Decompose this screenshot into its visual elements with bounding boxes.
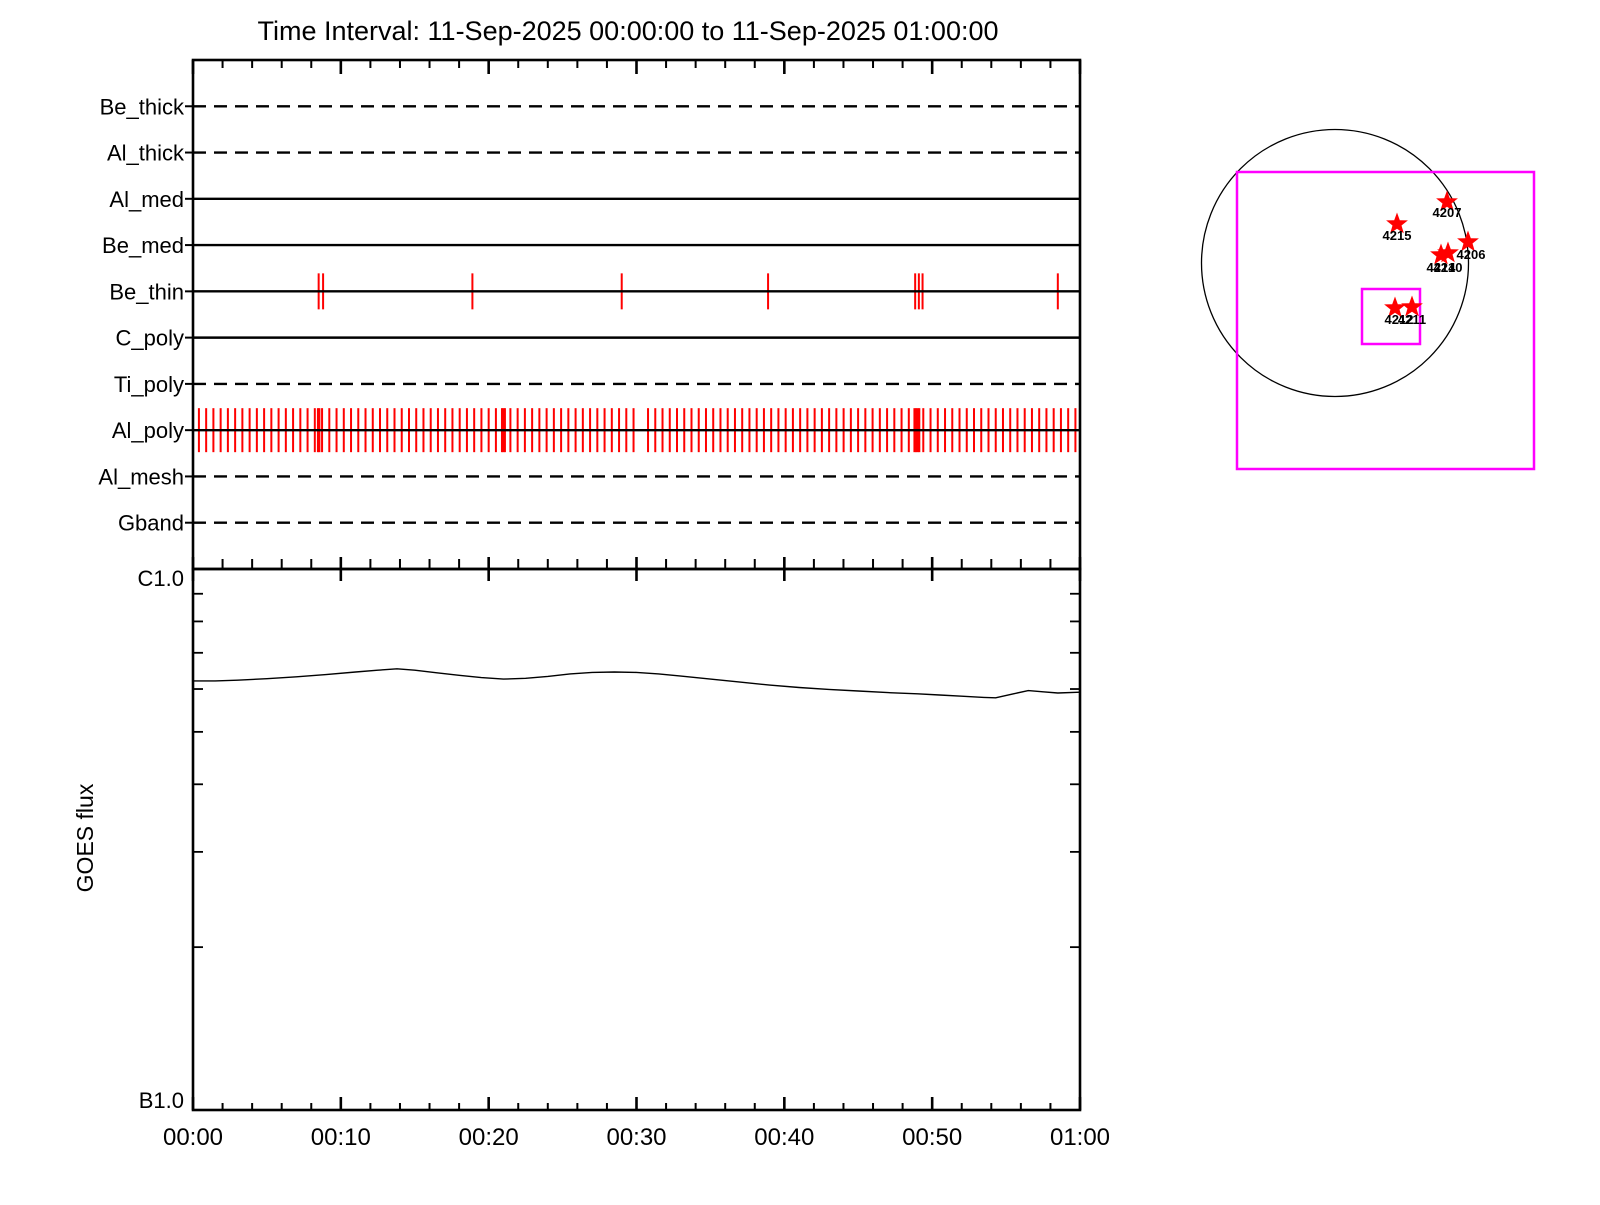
- x-tick-label: 00:40: [754, 1124, 814, 1151]
- x-tick-label: 00:10: [311, 1124, 371, 1151]
- x-tick-label: 00:50: [902, 1124, 962, 1151]
- filter-row-label-Be_med: Be_med: [102, 233, 184, 258]
- goes-flux-curve: [193, 668, 1081, 699]
- filter-row-label-Al_poly: Al_poly: [112, 418, 184, 443]
- filter-row-label-C_poly: C_poly: [116, 326, 184, 351]
- x-tick-label: 00:30: [606, 1124, 666, 1151]
- figure-title: Time Interval: 11-Sep-2025 00:00:00 to 1…: [258, 16, 999, 46]
- plot-elements: Be_thick Al_thick Al_med Be_med Be_thin C_pol…: [98, 58, 1536, 1151]
- filter-row-label-Be_thick: Be_thick: [100, 94, 185, 119]
- filter-row-label-Gband: Gband: [118, 511, 184, 536]
- active-region-label-4207: 4207: [1433, 205, 1462, 220]
- x-tick-label: 00:20: [459, 1124, 519, 1151]
- timeline-panel-border: [191, 58, 1082, 571]
- goes-panel-border: [191, 567, 1082, 1112]
- active-region-label-4210: 4210: [1434, 260, 1463, 275]
- filter-row-label-Al_thick: Al_thick: [107, 141, 185, 166]
- filter-row-label-Al_mesh: Al_mesh: [98, 464, 184, 489]
- active-region-label-4211: 4211: [1398, 312, 1426, 327]
- y-axis-top-label: C1.0: [138, 566, 184, 591]
- figure-canvas: Time Interval: 11-Sep-2025 00:00:00 to 1…: [72, 16, 1536, 1151]
- active-region-label-4215: 4215: [1383, 228, 1412, 243]
- x-tick-label: 01:00: [1050, 1124, 1110, 1151]
- filter-row-label-Ti_poly: Ti_poly: [114, 372, 184, 397]
- filter-row-label-Be_thin: Be_thin: [109, 279, 184, 304]
- goes-flux-axis-title: GOES flux: [72, 783, 98, 892]
- x-tick-label: 00:00: [163, 1124, 223, 1151]
- y-axis-bottom-label: B1.0: [139, 1088, 184, 1113]
- filter-row-label-Al_med: Al_med: [109, 187, 184, 212]
